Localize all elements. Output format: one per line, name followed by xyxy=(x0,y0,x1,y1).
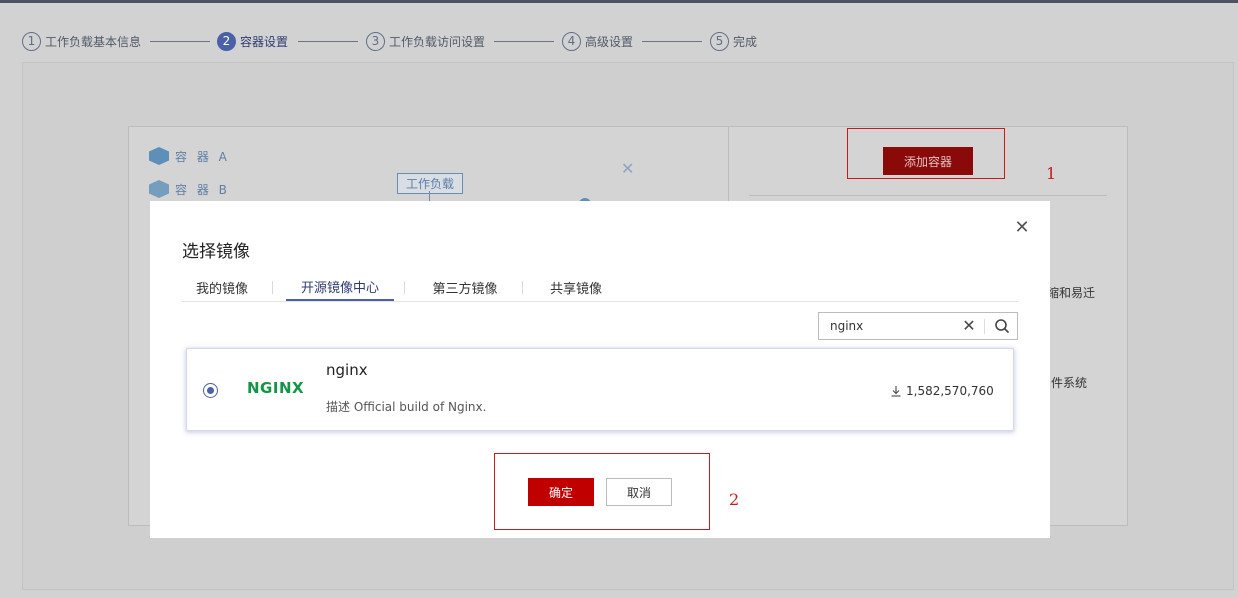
close-icon[interactable]: ✕ xyxy=(1012,217,1032,237)
tab-my-images[interactable]: 我的镜像 xyxy=(182,273,262,301)
container-cube-icon xyxy=(149,180,169,198)
top-bar xyxy=(0,0,1238,3)
tab-separator xyxy=(404,281,405,294)
step-advanced-settings[interactable]: 4 高级设置 xyxy=(562,30,633,52)
image-description: 描述 Official build of Nginx. xyxy=(326,400,487,414)
container-cube-icon xyxy=(149,147,169,165)
info-text: 缩和易迁 xyxy=(1047,286,1096,300)
workload-connector xyxy=(429,191,430,201)
download-count: 1,582,570,760 xyxy=(890,384,994,398)
divider xyxy=(749,195,1107,196)
step-number: 1 xyxy=(22,31,41,51)
nginx-logo: NGINX xyxy=(247,379,305,397)
tab-third-party-images[interactable]: 第三方镜像 xyxy=(420,273,510,301)
container-a-item[interactable]: 容 器 A xyxy=(149,147,230,165)
step-label: 高级设置 xyxy=(585,34,634,49)
step-connector xyxy=(494,41,554,42)
annotation-box-add-container xyxy=(847,128,1005,179)
close-icon[interactable]: ✕ xyxy=(621,159,634,178)
step-number: 2 xyxy=(217,31,236,51)
container-b-item[interactable]: 容 器 B xyxy=(149,180,230,198)
tab-shared-images[interactable]: 共享镜像 xyxy=(536,273,616,301)
annotation-box-confirm xyxy=(494,453,710,530)
container-a-label: 容 器 A xyxy=(175,149,230,164)
step-connector xyxy=(298,41,358,42)
wizard-stepper: 1 工作负载基本信息 2 容器设置 3 工作负载访问设置 4 高级设置 5 完成 xyxy=(22,30,1238,52)
annotation-marker-1: 1 xyxy=(1046,164,1057,183)
step-label: 完成 xyxy=(733,34,758,49)
step-connector xyxy=(150,41,210,42)
step-finish[interactable]: 5 完成 xyxy=(710,30,757,52)
image-search-box: ✕ xyxy=(818,312,1018,340)
tab-separator xyxy=(272,281,273,294)
tab-open-source-center[interactable]: 开源镜像中心 xyxy=(286,273,394,301)
container-b-label: 容 器 B xyxy=(175,182,230,197)
step-number: 5 xyxy=(710,31,729,51)
step-access-settings[interactable]: 3 工作负载访问设置 xyxy=(366,30,485,52)
image-card-nginx[interactable]: NGINX nginx 描述 Official build of Nginx. … xyxy=(186,348,1014,431)
annotation-marker-2: 2 xyxy=(729,490,740,509)
image-radio-selected[interactable] xyxy=(203,383,218,398)
step-label: 工作负载访问设置 xyxy=(389,34,486,49)
search-input[interactable] xyxy=(819,313,949,339)
step-container-settings[interactable]: 2 容器设置 xyxy=(217,30,288,52)
clear-icon[interactable]: ✕ xyxy=(959,316,979,336)
search-divider xyxy=(984,319,985,334)
image-name: nginx xyxy=(326,361,368,379)
info-text: 件系统 xyxy=(1051,376,1088,390)
search-icon[interactable] xyxy=(991,316,1013,336)
step-number: 3 xyxy=(366,31,385,51)
workload-tag: 工作负载 xyxy=(397,173,464,194)
step-basic-info[interactable]: 1 工作负载基本信息 xyxy=(22,30,141,52)
tab-separator xyxy=(522,281,523,294)
step-label: 工作负载基本信息 xyxy=(45,34,142,49)
download-icon xyxy=(891,386,901,397)
step-number: 4 xyxy=(562,31,581,51)
download-count-value: 1,582,570,760 xyxy=(906,384,994,398)
dialog-title: 选择镜像 xyxy=(182,242,250,262)
step-connector xyxy=(642,41,702,42)
step-label: 容器设置 xyxy=(240,34,289,49)
image-source-tabs: 我的镜像 开源镜像中心 第三方镜像 共享镜像 xyxy=(182,273,1018,302)
